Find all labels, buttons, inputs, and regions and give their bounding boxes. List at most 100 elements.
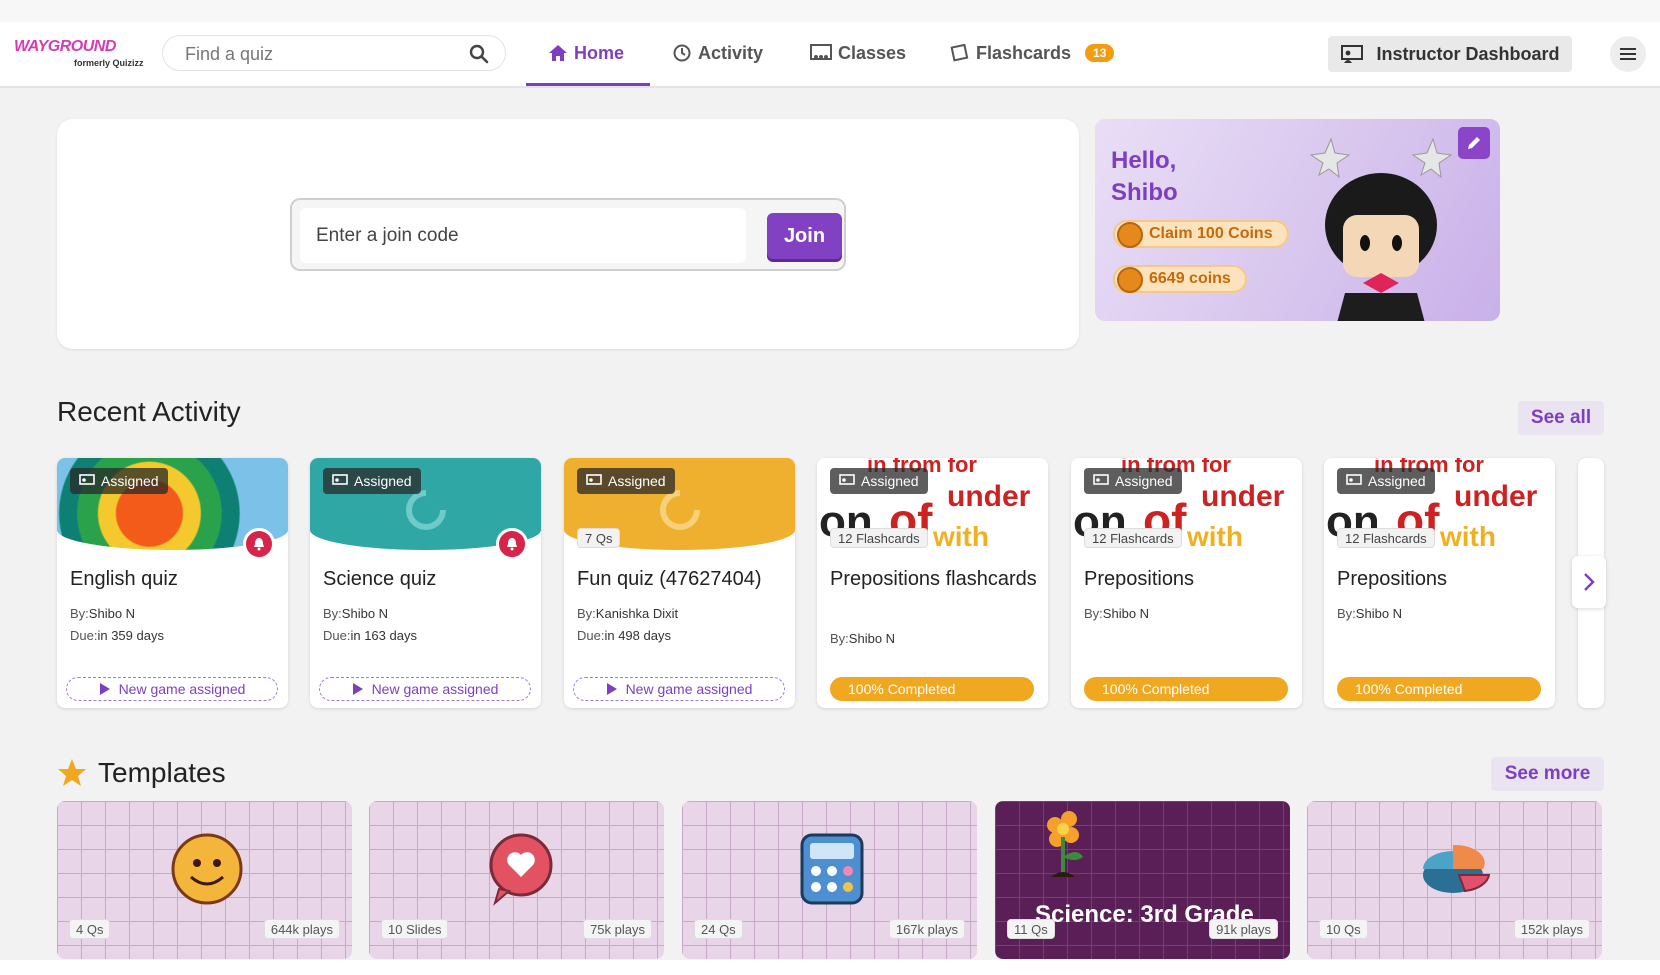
activity-title: English quiz — [70, 568, 178, 590]
template-card[interactable]: 4 Qs 644k plays — [57, 801, 352, 959]
activity-card-fun-quiz[interactable]: Assigned 7 Qs Fun quiz (47627404) By:Kan… — [564, 458, 795, 708]
svg-text:under: under — [947, 480, 1031, 513]
template-card[interactable]: 24 Qs 167k plays — [682, 801, 977, 959]
tab-activity[interactable]: Activity — [672, 38, 763, 68]
slide-count-tag: 10 Slides — [381, 919, 449, 939]
flashcard-count-tag: 12 Flashcards — [830, 528, 928, 548]
assigned-label: Assigned — [861, 473, 919, 489]
author-label: By: — [323, 606, 342, 621]
assigned-tag: Assigned — [70, 468, 168, 494]
activity-due: Due:in 498 days — [577, 628, 671, 643]
question-count-tag: 10 Qs — [1319, 919, 1368, 939]
see-more-button[interactable]: See more — [1491, 757, 1604, 791]
template-card[interactable]: Science: 3rd Grade 11 Qs 91k plays — [995, 801, 1290, 959]
svg-text:under: under — [1454, 480, 1538, 513]
new-game-assigned-button[interactable]: New game assigned — [66, 677, 278, 701]
tab-flashcards[interactable]: Flashcards 13 — [950, 38, 1115, 68]
assigned-icon — [586, 474, 602, 485]
new-game-assigned-button[interactable]: New game assigned — [319, 677, 531, 701]
tab-flashcards-label: Flashcards — [976, 42, 1072, 63]
brand-name: WAYGROUND — [14, 38, 116, 55]
assigned-label: Assigned — [1115, 473, 1173, 489]
activity-author: By:Shibo N — [1084, 606, 1149, 621]
search-input[interactable] — [185, 42, 455, 66]
activity-card-english-quiz[interactable]: Assigned English quiz By:Shibo N Due:in … — [57, 458, 288, 708]
brand-logo[interactable]: WAYGROUND formerly Quizizz — [14, 38, 146, 72]
quiz-search — [162, 35, 506, 71]
brand-subtitle: formerly Quizizz — [74, 58, 144, 68]
activity-title: Science quiz — [323, 568, 437, 590]
edit-profile-button[interactable] — [1458, 127, 1490, 159]
play-icon — [99, 683, 110, 695]
question-count-tag: 24 Qs — [694, 919, 743, 939]
plays-count-tag: 167k plays — [888, 919, 965, 939]
activity-author: By:Shibo N — [70, 606, 135, 621]
activity-card-prepositions[interactable]: in from foronofunderwith Assigned 12 Fla… — [1324, 458, 1555, 708]
author-label: By: — [577, 606, 596, 621]
page-bottom-edge — [0, 960, 1660, 975]
carousel-next-button[interactable] — [1572, 556, 1606, 608]
due-label: Due: — [577, 628, 605, 643]
assigned-tag: Assigned — [1084, 468, 1182, 494]
template-card[interactable]: 10 Qs 152k plays — [1307, 801, 1602, 959]
classes-icon — [810, 44, 832, 60]
activity-author: By:Shibo N — [1337, 606, 1402, 621]
heart-bubble-icon — [489, 833, 553, 906]
completion-progress-bar: 100% Completed — [1337, 677, 1541, 701]
top-navigation-bar: WAYGROUND formerly Quizizz Home Activity… — [0, 0, 1660, 88]
join-code-input[interactable] — [300, 208, 746, 263]
search-icon[interactable] — [469, 44, 489, 64]
hamburger-icon — [1620, 48, 1636, 60]
question-count-tag: 7 Qs — [577, 528, 621, 548]
activity-author: By:Shibo N — [830, 631, 895, 646]
tab-classes-label: Classes — [838, 42, 907, 63]
claim-coins-button[interactable]: Claim 100 Coins — [1113, 220, 1289, 248]
author-name: Shibo N — [1355, 606, 1403, 621]
join-button[interactable]: Join — [767, 213, 842, 259]
smiley-icon — [171, 833, 243, 905]
plays-count-tag: 91k plays — [1209, 919, 1278, 939]
coins-balance[interactable]: 6649 coins — [1113, 265, 1247, 293]
pie-chart-icon — [1423, 844, 1491, 893]
completion-progress-bar: 100% Completed — [830, 677, 1034, 701]
greeting-card: Hello, Shibo Claim 100 Coins 6649 coins — [1095, 119, 1500, 321]
question-count-tag: 4 Qs — [69, 919, 111, 939]
activity-card-prepositions[interactable]: in from foronofunderwith Assigned 12 Fla… — [1071, 458, 1302, 708]
hamburger-menu-button[interactable] — [1610, 36, 1646, 72]
tab-home[interactable]: Home — [548, 38, 624, 68]
activity-card-prepositions-flashcards[interactable]: in from foronofunderwith Assigned 12 Fla… — [817, 458, 1048, 708]
author-name: Shibo N — [341, 606, 389, 621]
flashcard-count-tag: 12 Flashcards — [1084, 528, 1182, 548]
flashcards-count-badge: 13 — [1085, 44, 1115, 62]
author-name: Shibo N — [848, 631, 896, 646]
notification-bell-icon — [496, 528, 528, 560]
activity-author: By:Kanishka Dixit — [577, 606, 678, 621]
svg-text:with: with — [1186, 521, 1243, 550]
due-label: Due: — [70, 628, 98, 643]
template-card[interactable]: 10 Slides 75k plays — [369, 801, 664, 959]
assigned-tag: Assigned — [830, 468, 928, 494]
activity-card-science-quiz[interactable]: Assigned Science quiz By:Shibo N Due:in … — [310, 458, 541, 708]
templates-title: Templates — [98, 757, 226, 788]
new-game-label: New game assigned — [118, 681, 246, 697]
assigned-icon — [332, 474, 348, 485]
tab-activity-label: Activity — [698, 42, 764, 63]
new-game-assigned-button[interactable]: New game assigned — [573, 677, 785, 701]
flashcards-icon — [950, 44, 969, 62]
calculator-icon — [800, 833, 864, 905]
recent-activity-title: Recent Activity — [57, 396, 241, 427]
see-all-button[interactable]: See all — [1518, 401, 1604, 435]
tab-classes[interactable]: Classes — [810, 38, 906, 68]
plays-count-tag: 75k plays — [583, 919, 652, 939]
history-icon — [673, 44, 691, 62]
svg-text:with: with — [1439, 521, 1496, 550]
tab-home-label: Home — [574, 42, 625, 63]
activity-due: Due:in 163 days — [323, 628, 417, 643]
assigned-icon — [1346, 474, 1362, 485]
activity-title: Prepositions flashcards — [830, 568, 1037, 590]
question-count-tag: 11 Qs — [1007, 919, 1055, 939]
author-name: Kanishka Dixit — [595, 606, 679, 621]
new-game-label: New game assigned — [625, 681, 753, 697]
dashboard-icon — [1341, 45, 1364, 63]
instructor-dashboard-button[interactable]: Instructor Dashboard — [1328, 36, 1572, 72]
